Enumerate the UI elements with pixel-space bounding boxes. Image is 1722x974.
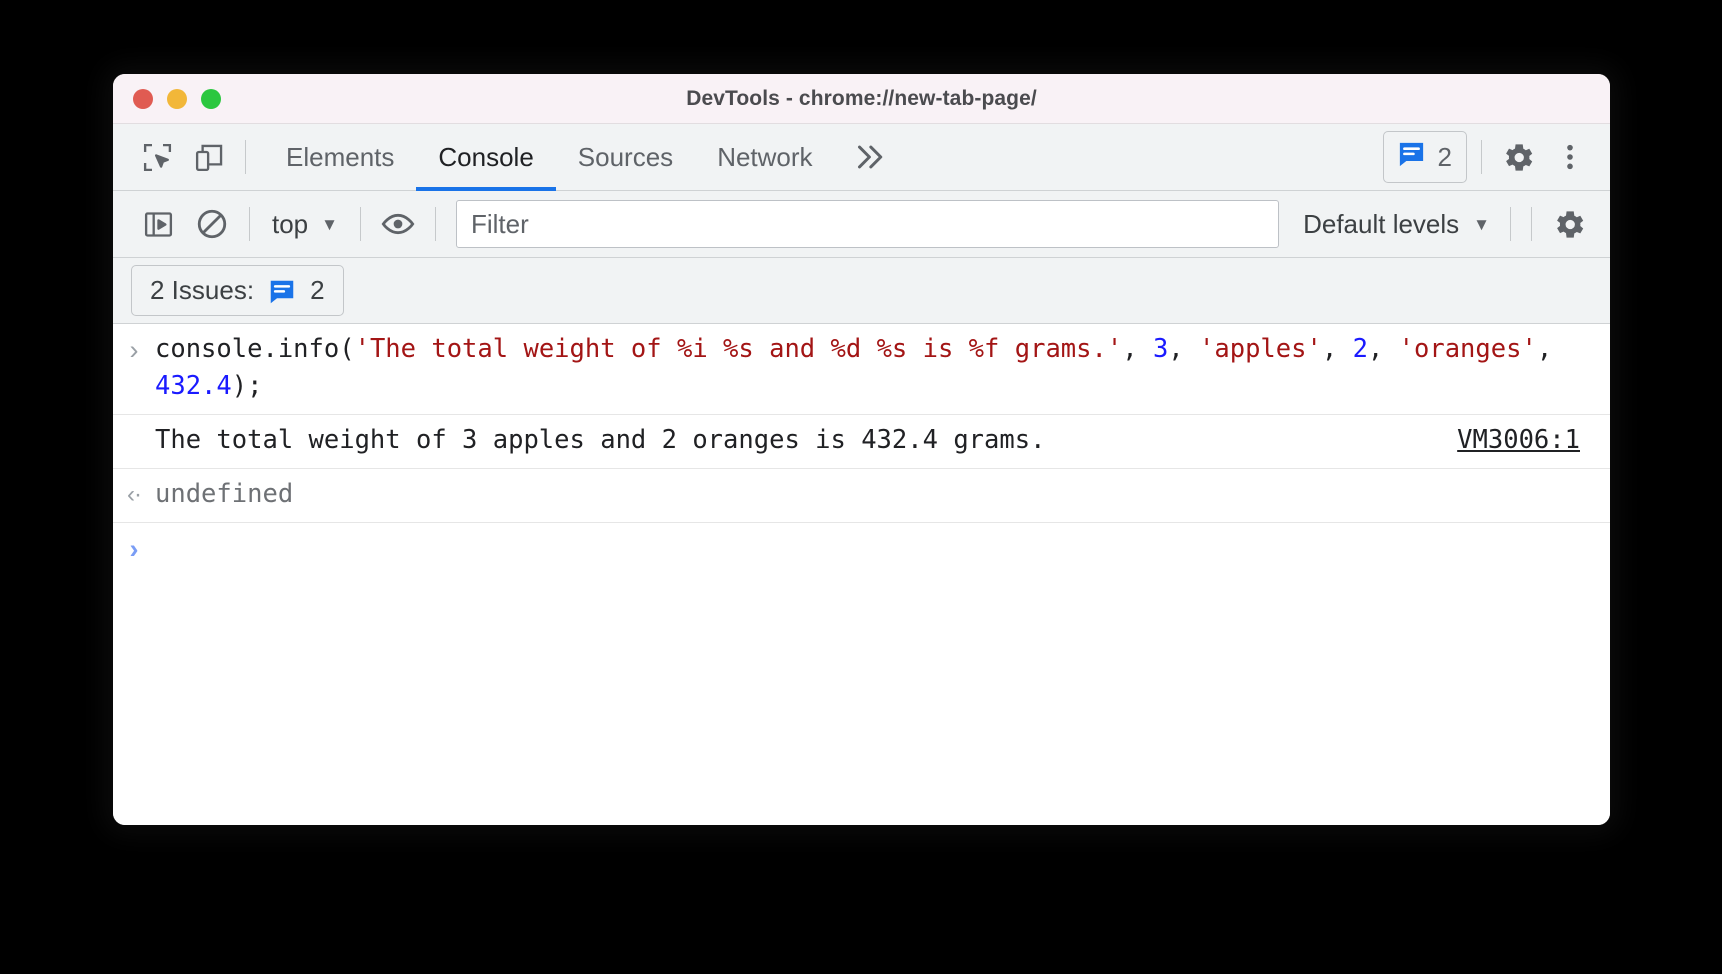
console-return-value: undefined xyxy=(155,479,294,509)
console-sidebar-icon[interactable] xyxy=(131,199,185,249)
toolbar-divider xyxy=(245,140,246,174)
console-input-gutter: › xyxy=(113,331,155,367)
code-token-string: 'apples' xyxy=(1199,334,1322,364)
inspect-element-icon[interactable] xyxy=(131,131,183,183)
issues-bar-count: 2 xyxy=(310,275,325,305)
tab-sources[interactable]: Sources xyxy=(556,124,695,191)
eye-icon[interactable] xyxy=(371,199,425,249)
tab-label: Sources xyxy=(577,141,674,172)
screenshot-root: DevTools - chrome://new-tab-page/ Elemen… xyxy=(0,0,1722,974)
tab-network[interactable]: Network xyxy=(695,124,834,191)
issues-bar: 2 Issues: 2 xyxy=(113,258,1610,324)
code-token-plain: , xyxy=(1122,334,1153,364)
code-token-string: 'oranges' xyxy=(1398,334,1537,364)
chevron-down-icon: ▼ xyxy=(321,214,338,234)
console-toolbar-divider-2 xyxy=(359,207,361,241)
tabbar-actions xyxy=(1492,131,1610,183)
tab-elements[interactable]: Elements xyxy=(264,124,416,191)
code-token-plain: console.info( xyxy=(155,334,355,364)
chevron-double-right-icon[interactable] xyxy=(835,124,901,191)
window-title: DevTools - chrome://new-tab-page/ xyxy=(686,86,1037,110)
log-levels-select[interactable]: Default levels ▼ xyxy=(1293,209,1500,240)
code-token-number: 3 xyxy=(1152,334,1169,364)
devtools-tabbar: Elements Console Sources Network 2 xyxy=(113,124,1610,191)
code-token-plain: , xyxy=(1321,334,1353,364)
console-source-link[interactable]: VM3006:1 xyxy=(1457,422,1584,459)
console-input-content: console.info('The total weight of %i %s … xyxy=(155,331,1610,405)
console-output-gutter xyxy=(113,422,155,424)
context-label: top xyxy=(272,208,309,239)
tabbar-right-divider xyxy=(1481,140,1482,174)
code-token-plain: , xyxy=(1367,334,1399,364)
issues-badge-count: 2 xyxy=(1437,141,1452,172)
console-prompt-row[interactable]: › xyxy=(113,523,1610,595)
console-input-code: console.info('The total weight of %i %s … xyxy=(155,331,1584,405)
issues-bar-label: 2 Issues: xyxy=(150,275,255,305)
filter-placeholder: Filter xyxy=(470,208,529,239)
code-token-plain: ); xyxy=(231,371,263,401)
tab-label: Console xyxy=(438,141,534,172)
issues-badge-button[interactable]: 2 xyxy=(1382,131,1467,183)
tab-label: Elements xyxy=(286,141,395,172)
console-message-list[interactable]: › console.info('The total weight of %i %… xyxy=(113,324,1610,825)
code-token-number: 432.4 xyxy=(155,371,232,401)
issues-summary-button[interactable]: 2 Issues: 2 xyxy=(131,265,344,316)
console-prompt-gutter: › xyxy=(113,530,155,566)
clear-console-icon[interactable] xyxy=(185,199,239,249)
console-toolbar-divider-5 xyxy=(1531,207,1532,241)
issues-message-icon xyxy=(267,274,297,306)
window-titlebar: DevTools - chrome://new-tab-page/ xyxy=(113,74,1610,124)
console-output-content: The total weight of 3 apples and 2 orang… xyxy=(155,422,1610,459)
console-return-content: undefined xyxy=(155,476,1610,513)
levels-label: Default levels xyxy=(1303,208,1460,239)
device-toolbar-icon[interactable] xyxy=(183,131,235,183)
panel-tabs: Elements Console Sources Network xyxy=(264,124,835,191)
console-return-entry[interactable]: ‹· undefined xyxy=(113,469,1610,523)
console-toolbar: top ▼ Filter Default levels ▼ xyxy=(113,191,1610,258)
console-return-gutter: ‹· xyxy=(113,476,155,512)
chevron-right-icon: › xyxy=(129,534,139,564)
console-input-entry[interactable]: › console.info('The total weight of %i %… xyxy=(113,324,1610,415)
javascript-context-select[interactable]: top ▼ xyxy=(260,209,350,240)
issues-message-icon xyxy=(1396,139,1427,175)
console-output-entry[interactable]: The total weight of 3 apples and 2 orang… xyxy=(113,415,1610,469)
chevron-right-icon: › xyxy=(129,335,139,365)
console-toolbar-divider-1 xyxy=(249,207,250,241)
code-token-number: 2 xyxy=(1352,334,1368,364)
return-value-arrow-icon: ‹· xyxy=(127,481,142,508)
gear-icon[interactable] xyxy=(1542,199,1596,249)
console-toolbar-divider-4 xyxy=(1510,207,1511,241)
tab-console[interactable]: Console xyxy=(416,124,557,191)
three-dot-vertical-icon[interactable] xyxy=(1544,131,1596,183)
filter-input[interactable]: Filter xyxy=(455,200,1280,248)
devtools-window: DevTools - chrome://new-tab-page/ Elemen… xyxy=(113,74,1610,825)
console-toolbar-divider-3 xyxy=(434,207,436,241)
chevron-down-icon: ▼ xyxy=(1473,214,1490,234)
code-token-plain: , xyxy=(1536,334,1568,364)
code-token-string: 'The total weight of %i %s and %d %s is … xyxy=(354,334,1123,364)
code-token-plain: , xyxy=(1168,334,1200,364)
console-output-text: The total weight of 3 apples and 2 orang… xyxy=(155,425,1046,455)
gear-icon[interactable] xyxy=(1492,131,1544,183)
tab-label: Network xyxy=(717,141,813,172)
